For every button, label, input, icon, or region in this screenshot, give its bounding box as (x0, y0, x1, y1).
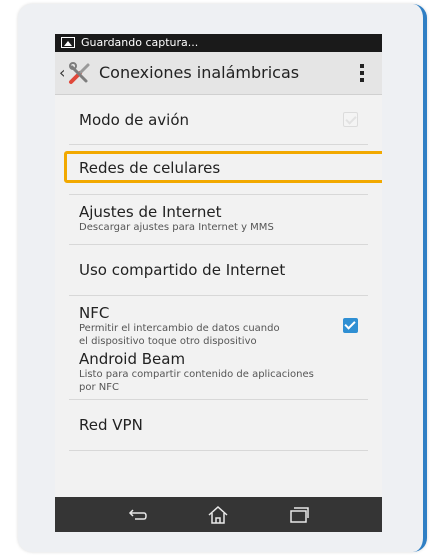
setting-internet-settings[interactable]: Ajustes de Internet Descargar ajustes pa… (55, 195, 382, 245)
setting-title: NFC (79, 304, 110, 322)
home-icon[interactable] (206, 505, 230, 525)
status-text: Guardando captura... (81, 36, 199, 49)
setting-mobile-networks[interactable]: Redes de celulares (55, 145, 382, 195)
status-bar: Guardando captura... (55, 34, 382, 52)
tools-icon[interactable] (68, 61, 92, 85)
setting-title: Uso compartido de Internet (79, 261, 286, 279)
setting-android-beam[interactable]: Android Beam Listo para compartir conten… (55, 350, 382, 400)
image-icon (61, 37, 75, 48)
setting-title: Modo de avión (79, 111, 190, 129)
navigation-bar (55, 497, 382, 532)
setting-subtitle: Listo para compartir contenido de aplica… (79, 369, 314, 380)
setting-title: Ajustes de Internet (79, 203, 222, 221)
setting-subtitle: Descargar ajustes para Internet y MMS (79, 222, 274, 233)
recent-apps-icon[interactable] (287, 505, 311, 525)
setting-vpn[interactable]: Red VPN (55, 400, 382, 451)
chevron-left-icon[interactable]: ‹ (59, 63, 65, 82)
page-title: Conexiones inalámbricas (99, 63, 300, 82)
overflow-menu-icon[interactable] (360, 64, 364, 82)
action-bar: ‹ Conexiones inalámbricas (55, 52, 382, 95)
settings-list: Modo de avión Redes de celulares Ajustes… (55, 95, 382, 451)
back-icon[interactable] (125, 505, 149, 525)
setting-title: Redes de celulares (79, 159, 221, 177)
phone-screen: Guardando captura... ‹ Conexiones inalám… (55, 34, 382, 532)
setting-title: Red VPN (79, 416, 143, 434)
divider (69, 450, 368, 451)
setting-title: Android Beam (79, 350, 186, 368)
setting-subtitle: Permitir el intercambio de datos cuando (79, 323, 280, 334)
setting-nfc[interactable]: NFC Permitir el intercambio de datos cua… (55, 296, 382, 350)
setting-tethering[interactable]: Uso compartido de Internet (55, 245, 382, 296)
setting-subtitle: por NFC (79, 382, 119, 393)
setting-airplane-mode[interactable]: Modo de avión (55, 95, 382, 145)
airplane-mode-checkbox[interactable] (343, 112, 358, 127)
setting-subtitle: el dispositivo toque otro dispositivo (79, 336, 257, 347)
nfc-checkbox[interactable] (343, 318, 358, 333)
